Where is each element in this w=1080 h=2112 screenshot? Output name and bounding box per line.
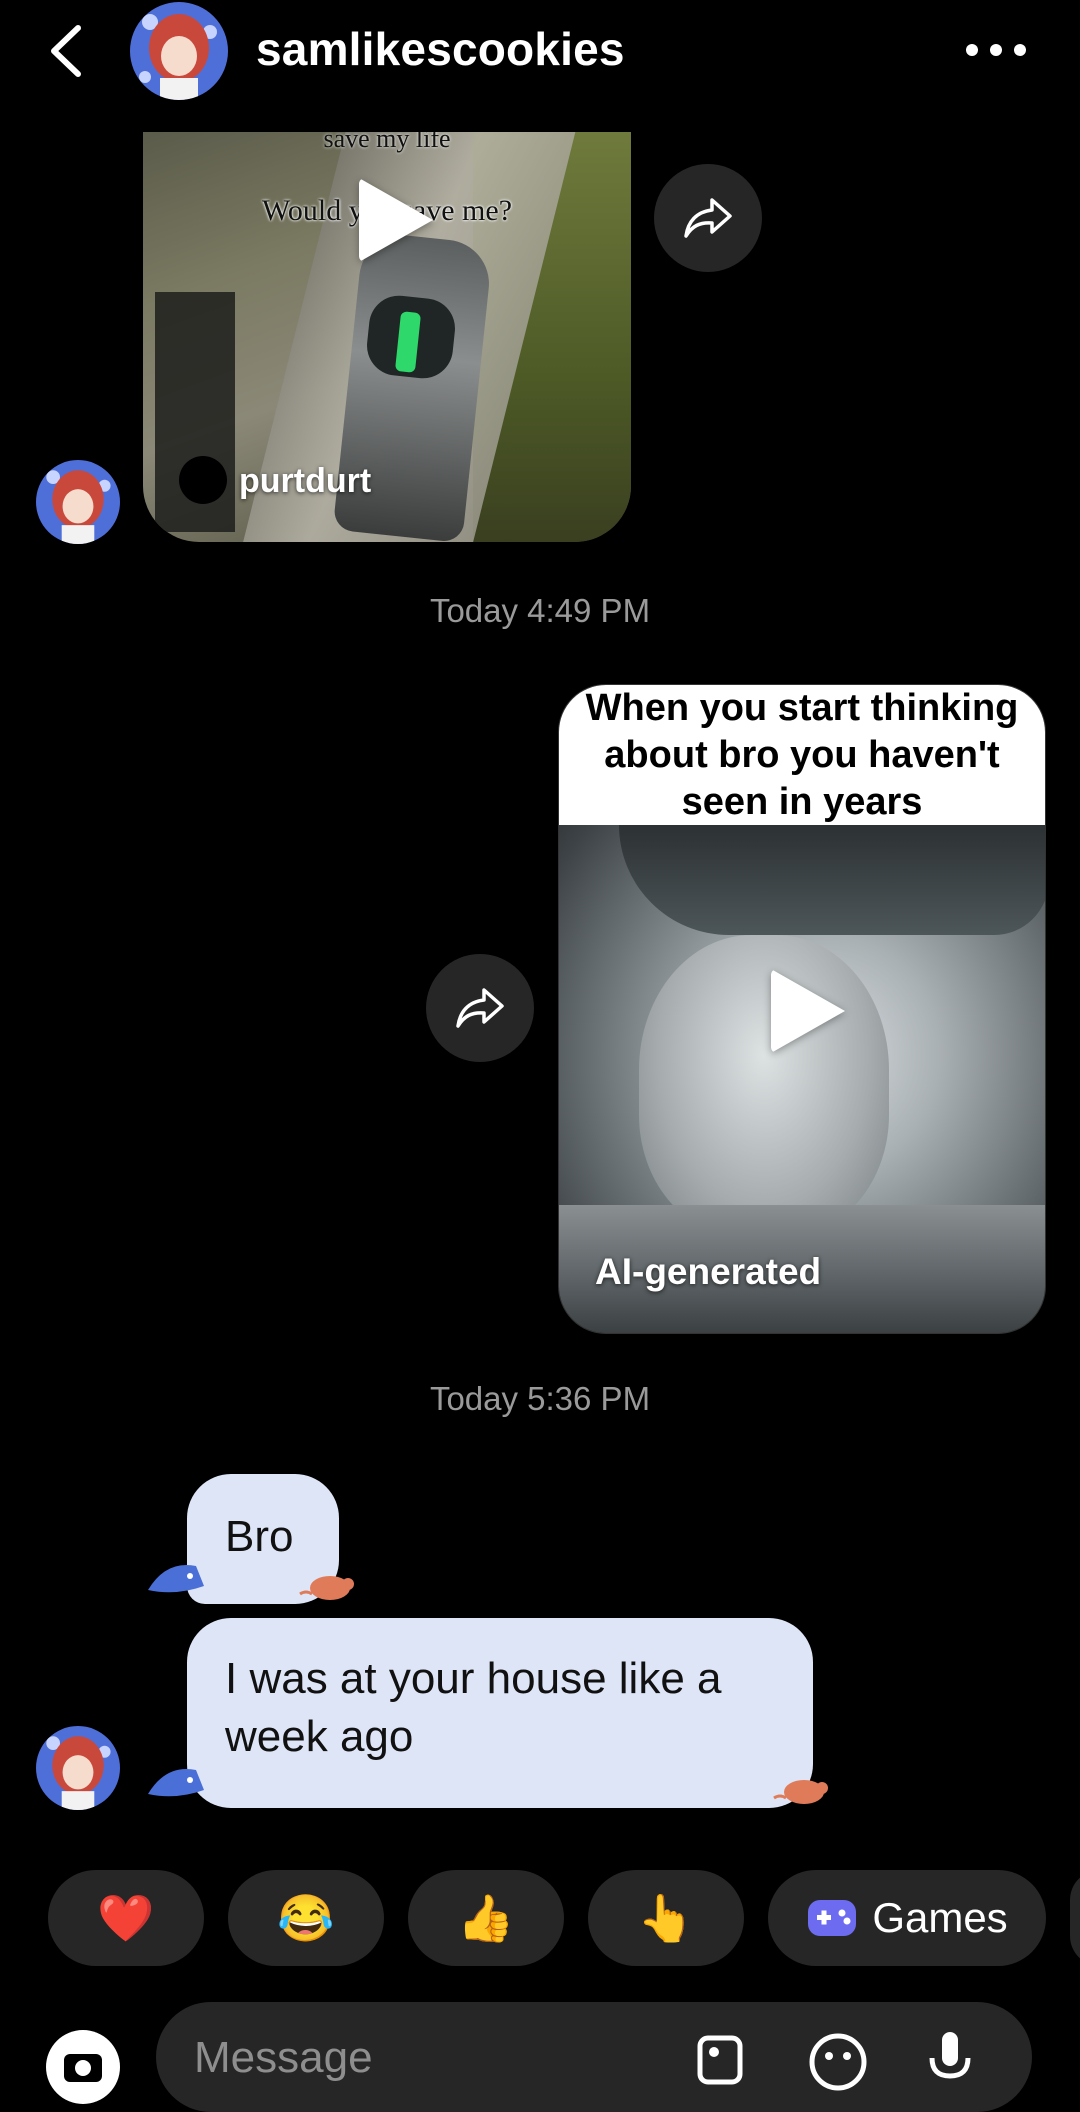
microphone-icon[interactable] [918,2028,982,2092]
reel-author-avatar[interactable] [179,456,227,504]
shared-reel-video[interactable]: When you start thinking about bro you ha… [558,684,1046,1334]
video-caption-top: save my life [323,132,451,153]
message-timestamp: Today 5:36 PM [429,1380,651,1417]
shark-sticker-icon [148,1769,204,1797]
message-bubble[interactable]: I was at your house like a week ago [187,1618,813,1808]
gallery-icon[interactable] [694,2030,758,2094]
more-options-button[interactable] [960,20,1032,80]
tears-of-joy-icon: 😂 [277,1892,335,1944]
shared-reel-video[interactable]: save my life Would you save me? purtdurt [143,132,631,542]
message-text: I was at your house like a week ago [225,1654,722,1761]
back-button[interactable] [40,16,100,86]
red-heart-icon: ❤️ [97,1892,155,1944]
chevron-left-icon [51,25,81,77]
games-label: Games [872,1894,1008,1941]
pig-sticker-icon [773,1780,828,1804]
ai-generated-label: AI-generated [595,1251,822,1292]
chat-header: samlikescookies [0,0,1080,110]
pointing-hand-icon: 👆 [637,1892,695,1944]
games-button[interactable]: Games [768,1870,1046,1966]
play-icon[interactable] [771,969,845,1053]
camera-button[interactable] [46,2030,120,2104]
shark-sticker-icon [148,1565,204,1593]
share-arrow-icon [684,198,732,238]
message-text: Bro [225,1512,294,1561]
quick-reaction-heart[interactable]: ❤️ [48,1870,204,1966]
more-reactions-chip[interactable] [1070,1870,1080,1966]
play-icon[interactable] [359,178,433,262]
sticker-icon[interactable] [806,2028,870,2092]
message-composer [156,2002,1032,2112]
gamepad-icon [808,1900,857,1936]
share-arrow-icon [456,988,504,1028]
share-button[interactable] [654,164,762,272]
more-horizontal-icon [966,44,1026,56]
quick-reaction-thumbs-up[interactable]: 👍 [408,1870,564,1966]
share-button[interactable] [426,954,534,1062]
quick-reaction-laugh[interactable]: 😂 [228,1870,384,1966]
quick-reaction-point[interactable]: 👆 [588,1870,744,1966]
message-input[interactable] [192,2022,696,2094]
message-timestamp: Today 4:49 PM [429,592,651,629]
pig-sticker-icon [299,1576,354,1600]
video-caption: When you start thinking about bro you ha… [585,687,1019,823]
sender-avatar[interactable] [36,1726,120,1810]
camera-icon [64,2054,102,2082]
thumbs-up-icon: 👍 [457,1892,515,1944]
contact-avatar[interactable] [130,2,228,100]
sender-avatar[interactable] [36,460,120,544]
reel-author-name[interactable]: purtdurt [239,462,371,501]
contact-username[interactable]: samlikescookies [256,22,625,76]
